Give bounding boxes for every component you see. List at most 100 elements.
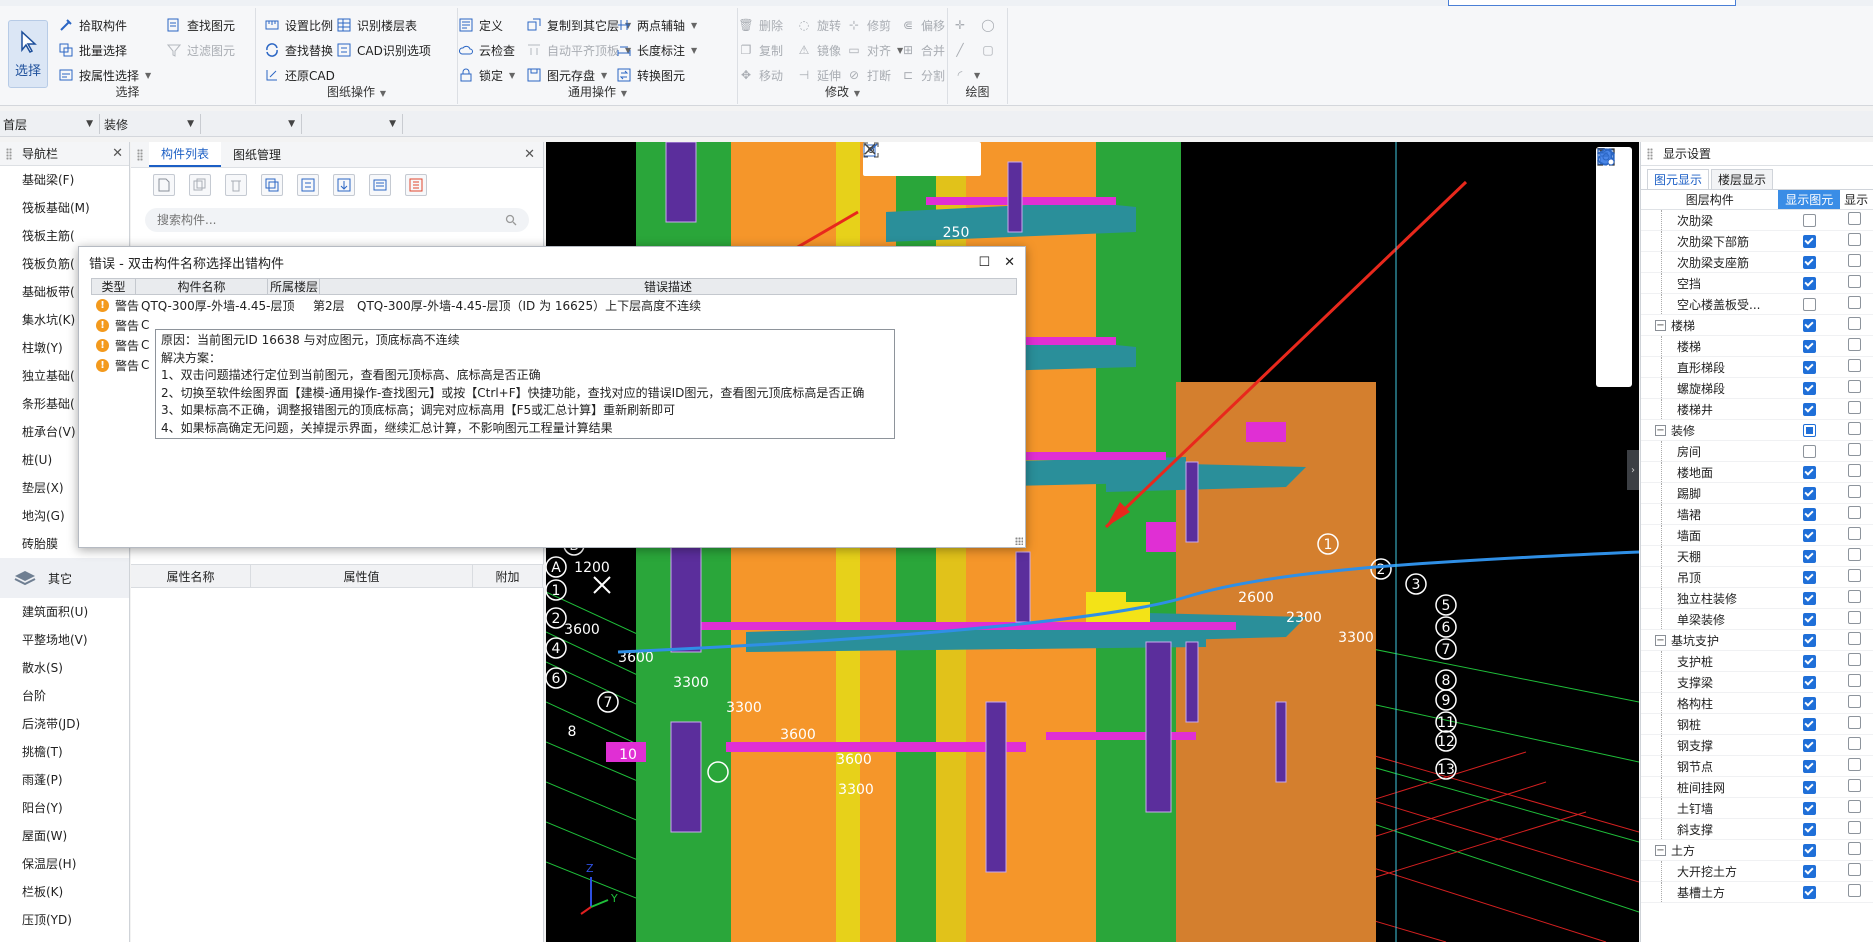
align-button[interactable]: ▭ 对齐 ▼ [846,39,903,61]
tree-row[interactable]: 次肋梁 [1641,210,1873,231]
show-element-checkbox[interactable] [1802,276,1816,290]
show-element-checkbox[interactable] [1802,717,1816,731]
mirror-button[interactable]: ⚠ 镜像 [796,39,841,61]
copy-button[interactable]: ❐ 复制 [738,39,783,61]
show-name-checkbox[interactable] [1848,527,1862,540]
tree-row[interactable]: 支撑梁 [1641,672,1873,693]
col-show-name[interactable]: 显示 [1840,190,1873,209]
nav-item[interactable]: 保温层(H) [0,850,129,878]
show-name-checkbox[interactable] [1848,506,1862,519]
tree-row[interactable]: 踢脚 [1641,483,1873,504]
show-name-checkbox[interactable] [1848,863,1862,876]
show-element-checkbox[interactable] [1802,486,1816,500]
show-element-checkbox[interactable] [1802,297,1816,311]
tree-row[interactable]: 钢支撑 [1641,735,1873,756]
tree-group-row[interactable]: − 基坑支护 [1641,630,1873,651]
show-name-checkbox[interactable] [1848,338,1862,351]
close-icon[interactable]: ✕ [112,146,123,161]
tree-row[interactable]: 基槽土方 [1641,882,1873,903]
tab-component-list[interactable]: 构件列表 [149,142,222,167]
show-element-checkbox[interactable] [1802,234,1816,248]
cad-options-button[interactable]: CAD识别选项 [336,39,431,61]
collapse-icon[interactable]: − [1655,634,1666,646]
show-name-checkbox[interactable] [1848,779,1862,792]
tree-row[interactable]: 钢节点 [1641,756,1873,777]
show-element-checkbox[interactable] [1802,591,1816,605]
col-floor[interactable]: 所属楼层 [268,279,320,294]
component-search-input[interactable] [157,213,505,227]
dropdown-caret-icon[interactable] [1597,148,1624,295]
show-element-checkbox[interactable] [1802,633,1816,647]
view-2d-icon[interactable]: 2D [1597,149,1624,205]
show-element-checkbox[interactable] [1802,444,1816,458]
show-element-checkbox[interactable] [1802,780,1816,794]
drag-grip-icon[interactable] [137,148,143,161]
show-element-checkbox[interactable] [1802,822,1816,836]
show-name-checkbox[interactable] [1848,548,1862,561]
tree-row[interactable]: 大开挖土方 [1641,861,1873,882]
collapse-icon[interactable]: − [1655,844,1666,856]
view-3d-icon[interactable] [1597,148,1624,235]
show-name-checkbox[interactable] [1848,842,1862,855]
show-name-checkbox[interactable] [1848,422,1862,435]
tree-row[interactable]: 空心楼盖板受... [1641,294,1873,315]
nav-item[interactable]: 栏板(K) [0,878,129,906]
nav-item[interactable]: 后浇带(JD) [0,710,129,738]
floor-dropdown[interactable]: 首层 ▼ [0,114,100,134]
show-element-checkbox[interactable] [1802,423,1816,437]
tree-row[interactable]: 房间 [1641,441,1873,462]
resize-grip-icon[interactable] [1015,537,1023,545]
show-name-checkbox[interactable] [1848,590,1862,603]
cube-view-icon[interactable] [1599,149,1624,265]
drag-grip-icon[interactable] [1647,147,1653,160]
tree-row[interactable]: 吊顶 [1641,567,1873,588]
nav-item[interactable]: 平整场地(V) [0,626,129,654]
edit-icon[interactable] [863,143,897,169]
draw-circle-button[interactable]: ◯ [980,14,996,36]
show-name-checkbox[interactable] [1848,569,1862,582]
show-element-checkbox[interactable] [1802,570,1816,584]
show-name-checkbox[interactable] [1848,611,1862,624]
tree-row[interactable]: 单梁装修 [1641,609,1873,630]
trim-button[interactable]: ⊹ 修剪 [846,14,891,36]
show-element-checkbox[interactable] [1802,654,1816,668]
show-name-checkbox[interactable] [1848,737,1862,750]
tree-row[interactable]: 楼梯井 [1641,399,1873,420]
tab-floor-display[interactable]: 楼层显示 [1711,169,1774,189]
show-name-checkbox[interactable] [1848,380,1862,393]
delete-component-icon[interactable] [225,174,247,196]
show-name-checkbox[interactable] [1848,884,1862,897]
screenshot-icon[interactable] [863,142,931,169]
show-name-checkbox[interactable] [1848,275,1862,288]
close-icon[interactable]: ✕ [524,147,535,162]
show-name-checkbox[interactable] [1848,653,1862,666]
draw-rect-button[interactable]: ▢ [980,39,996,61]
show-name-checkbox[interactable] [1848,485,1862,498]
filter-element-button[interactable]: 过滤图元 [166,39,235,61]
collapse-right-handle[interactable]: › [1627,450,1639,490]
show-element-checkbox[interactable] [1802,675,1816,689]
drag-grip-icon[interactable] [6,147,12,160]
tree-group-row[interactable]: − 土方 [1641,840,1873,861]
new-component-icon[interactable] [153,174,175,196]
col-component-name[interactable]: 构件名称 [136,279,268,294]
collapse-icon[interactable]: − [1655,424,1666,436]
show-element-checkbox[interactable] [1802,696,1816,710]
tree-row[interactable]: 支护桩 [1641,651,1873,672]
tab-element-display[interactable]: 图元显示 [1647,169,1710,189]
nav-item[interactable]: 筏板基础(M) [0,194,129,222]
col-show-element[interactable]: 显示图元 [1778,190,1841,209]
pick-component-button[interactable]: 拾取构件 [58,14,127,36]
show-name-checkbox[interactable] [1848,464,1862,477]
length-dim-button[interactable]: 长度标注 ▼ [616,39,697,61]
filter-component-icon[interactable] [297,174,319,196]
show-name-checkbox[interactable] [1848,800,1862,813]
batch-select-button[interactable]: 批量选择 [58,39,127,61]
show-element-checkbox[interactable] [1802,738,1816,752]
nav-item[interactable]: 台阶 [0,682,129,710]
nav-item[interactable]: 阳台(Y) [0,794,129,822]
rotate-button[interactable]: ◌ 旋转 [796,14,841,36]
collapse-icon[interactable]: − [1655,319,1666,331]
tree-row[interactable]: 楼梯 [1641,336,1873,357]
tree-row[interactable]: 楼地面 [1641,462,1873,483]
